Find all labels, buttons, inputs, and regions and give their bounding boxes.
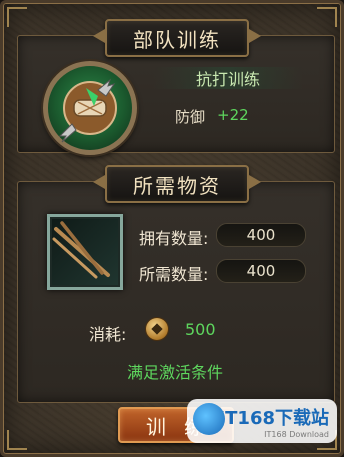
owned-quantity-label: 拥有数量: — [139, 229, 209, 248]
frame-corner — [7, 7, 27, 27]
cost-value: 500 — [185, 320, 216, 339]
material-item-slot[interactable] — [47, 214, 123, 290]
activation-condition-text: 满足激活条件 — [126, 363, 223, 382]
owned-quantity-value: 400 — [216, 223, 306, 247]
watermark-sub-text: IT168 Download — [264, 429, 329, 439]
required-quantity-label: 所需数量: — [139, 265, 209, 284]
watermark: IT168下载站 IT168 Download — [187, 399, 337, 443]
stat-value: +22 — [217, 106, 249, 124]
materials-title: 所需物资 — [105, 165, 249, 203]
page-title: 部队训练 — [105, 19, 249, 57]
required-quantity-value: 400 — [216, 259, 306, 283]
frame-corner — [7, 430, 27, 450]
frame-corner — [317, 7, 337, 27]
cost-label: 消耗: — [89, 325, 127, 344]
wooden-staves-icon — [52, 221, 110, 279]
training-window: 部队训练 抗打训练 防御 +22 所需物资 拥有数量: 400 所需数量: 40… — [0, 0, 344, 457]
stat-label: 防御 — [175, 108, 206, 126]
watermark-main-text: IT168下载站 — [218, 407, 329, 429]
skill-name: 抗打训练 — [153, 67, 303, 89]
copper-coin-icon — [146, 318, 168, 340]
watermark-logo-icon — [193, 403, 225, 435]
shield-fist-icon — [58, 78, 117, 143]
skill-medal-icon[interactable] — [43, 61, 137, 155]
